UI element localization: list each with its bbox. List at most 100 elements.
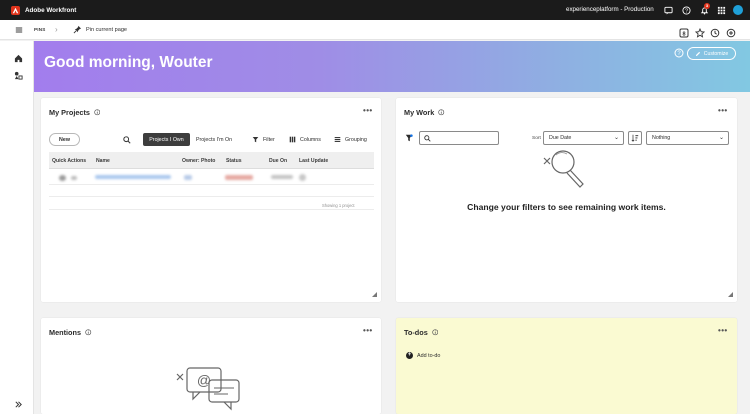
app-title[interactable]: Adobe Workfront bbox=[25, 7, 76, 14]
pencil-icon bbox=[695, 51, 700, 56]
info-icon[interactable] bbox=[432, 329, 439, 336]
sort-value: Due Date bbox=[549, 135, 572, 141]
projects-table-header: Quick Actions Name Owner: Photo Status D… bbox=[49, 152, 374, 169]
column-header[interactable]: Last Update bbox=[299, 158, 328, 164]
widget-title: Mentions bbox=[49, 328, 82, 337]
customize-button[interactable]: Customize bbox=[687, 47, 736, 60]
divider bbox=[49, 196, 374, 197]
star-icon[interactable] bbox=[694, 25, 706, 38]
info-icon[interactable] bbox=[438, 109, 445, 116]
expand-rail-icon[interactable] bbox=[14, 396, 24, 408]
help-icon[interactable]: ? bbox=[681, 5, 691, 15]
sort-by-select[interactable]: Due Date ⌄ bbox=[543, 131, 624, 145]
grouping-button[interactable]: Grouping bbox=[334, 136, 367, 143]
column-header[interactable]: Name bbox=[96, 158, 110, 164]
widget-title: To-dos bbox=[404, 328, 428, 337]
mentions-header: Mentions bbox=[49, 328, 92, 337]
divider bbox=[49, 209, 374, 210]
column-header[interactable]: Status bbox=[226, 158, 242, 164]
widget-title: My Projects bbox=[49, 108, 90, 117]
sort-order-icon bbox=[631, 134, 639, 142]
todos-header: To-dos bbox=[404, 328, 438, 337]
empty-state-message: Change your filters to see remaining wor… bbox=[467, 202, 666, 212]
org-switcher[interactable]: experienceplatform - Production bbox=[566, 6, 654, 13]
page-info-icon[interactable]: 8 bbox=[679, 25, 689, 38]
adobe-logo-icon[interactable] bbox=[11, 5, 20, 15]
resize-handle-icon[interactable] bbox=[728, 292, 733, 297]
columns-label: Columns bbox=[300, 136, 321, 143]
chevron-down-icon: ⌄ bbox=[718, 135, 724, 141]
new-project-button[interactable]: New bbox=[49, 133, 80, 146]
history-icon[interactable] bbox=[710, 25, 720, 38]
filter-label: Filter bbox=[263, 136, 275, 143]
chevron-right-icon: › bbox=[55, 25, 58, 34]
sort-label: Sort bbox=[532, 136, 541, 141]
showing-count: Showing 1 project bbox=[322, 203, 355, 208]
column-header[interactable]: Quick Actions bbox=[52, 158, 86, 164]
add-todo-label: Add to-do bbox=[417, 352, 441, 359]
search-input[interactable] bbox=[419, 131, 499, 145]
columns-button[interactable]: Columns bbox=[289, 136, 321, 143]
user-avatar[interactable] bbox=[733, 5, 743, 15]
filter-icon bbox=[252, 137, 259, 143]
search-icon[interactable] bbox=[123, 136, 131, 144]
last-update-avatar bbox=[299, 174, 306, 181]
empty-mentions-illustration-icon: @ bbox=[176, 367, 240, 411]
info-icon[interactable] bbox=[94, 109, 101, 116]
todos-widget: To-dos ••• + Add to-do bbox=[396, 318, 737, 414]
svg-text:8: 8 bbox=[682, 31, 685, 37]
resize-handle-icon[interactable] bbox=[372, 292, 377, 297]
home-icon[interactable] bbox=[14, 50, 24, 63]
project-name-link[interactable] bbox=[95, 175, 171, 179]
filter-icon[interactable] bbox=[405, 134, 413, 142]
pin-icon[interactable] bbox=[73, 25, 82, 34]
shapes-icon[interactable] bbox=[14, 67, 24, 80]
more-options-icon[interactable]: ••• bbox=[718, 326, 728, 335]
sort-direction-button[interactable] bbox=[628, 131, 642, 145]
grouping-icon bbox=[334, 137, 341, 142]
my-work-widget: My Work ••• Sort Due Date ⌄ Nothing ⌄ Ch… bbox=[396, 98, 737, 302]
group-by-select[interactable]: Nothing ⌄ bbox=[646, 131, 729, 145]
owner-photo bbox=[184, 175, 192, 180]
svg-text:?: ? bbox=[685, 8, 688, 14]
table-row[interactable] bbox=[49, 169, 374, 185]
more-options-icon[interactable]: ••• bbox=[363, 106, 373, 115]
more-options-icon[interactable]: ••• bbox=[363, 326, 373, 335]
my-projects-widget: My Projects ••• New Projects I Own Proje… bbox=[41, 98, 381, 302]
column-header[interactable]: Due On bbox=[269, 158, 287, 164]
help-icon[interactable]: ? bbox=[674, 48, 684, 58]
top-bar: Adobe Workfront experienceplatform - Pro… bbox=[0, 0, 750, 20]
widget-title: My Work bbox=[404, 108, 435, 117]
customize-label: Customize bbox=[703, 50, 729, 57]
my-work-header: My Work bbox=[404, 108, 445, 117]
search-icon bbox=[424, 135, 431, 142]
group-value: Nothing bbox=[652, 135, 671, 141]
add-icon[interactable] bbox=[726, 25, 736, 38]
apps-grid-icon[interactable] bbox=[716, 5, 726, 15]
tab-projects-im-on[interactable]: Projects I'm On bbox=[196, 137, 232, 143]
filter-button[interactable]: Filter bbox=[252, 136, 275, 143]
pins-bar: PINS › Pin current page 8 bbox=[0, 20, 750, 40]
hamburger-menu-icon[interactable] bbox=[15, 26, 23, 34]
quick-actions-icon[interactable] bbox=[59, 175, 66, 181]
left-navigation-rail bbox=[0, 41, 34, 414]
column-header[interactable]: Owner: Photo bbox=[182, 158, 215, 164]
add-todo-button[interactable]: + Add to-do bbox=[406, 352, 440, 359]
pin-current-page-button[interactable]: Pin current page bbox=[86, 27, 127, 33]
grouping-label: Grouping bbox=[345, 136, 367, 143]
info-icon[interactable] bbox=[85, 329, 92, 336]
chevron-down-icon: ⌄ bbox=[613, 135, 619, 141]
tab-projects-i-own[interactable]: Projects I Own bbox=[143, 133, 190, 146]
empty-search-illustration-icon bbox=[543, 150, 584, 188]
plus-circle-icon: + bbox=[406, 352, 413, 359]
due-date bbox=[271, 175, 293, 179]
more-options-icon[interactable]: ••• bbox=[718, 106, 728, 115]
greeting-banner: Good morning, Wouter ? Customize bbox=[34, 41, 750, 92]
feedback-icon[interactable] bbox=[663, 5, 673, 15]
pins-label[interactable]: PINS bbox=[34, 27, 46, 32]
redacted-value bbox=[71, 176, 77, 180]
my-projects-header: My Projects bbox=[49, 108, 101, 117]
status-badge[interactable] bbox=[225, 175, 253, 180]
notification-badge: 3 bbox=[704, 3, 710, 9]
columns-icon bbox=[289, 136, 296, 143]
